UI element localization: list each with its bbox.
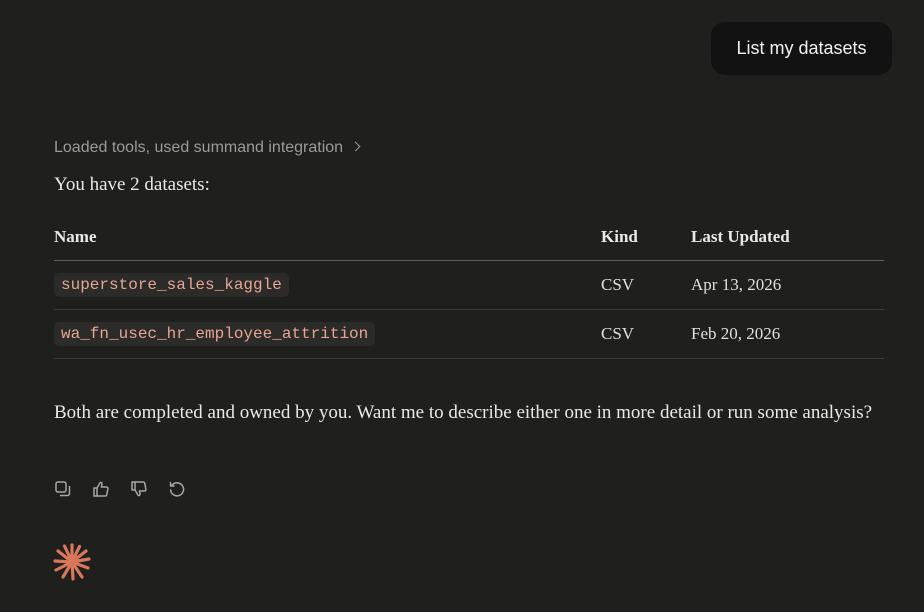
dataset-name-cell: superstore_sales_kaggle <box>54 261 289 309</box>
dataset-name-cell: wa_fn_usec_hr_employee_attrition <box>54 310 376 358</box>
user-message-text: List my datasets <box>736 38 867 58</box>
dataset-kind-cell: CSV <box>601 324 635 343</box>
thumbs-down-icon <box>131 481 147 497</box>
header-kind: Kind <box>601 227 638 246</box>
thumbs-down-button[interactable] <box>128 478 150 500</box>
thumbs-up-button[interactable] <box>90 478 112 500</box>
user-message-bubble: List my datasets <box>711 22 892 75</box>
assistant-outro-text: Both are completed and owned by you. Wan… <box>54 402 873 423</box>
thumbs-up-icon <box>93 481 109 497</box>
assistant-intro-text: You have 2 datasets: <box>54 174 210 195</box>
chevron-right-icon <box>350 141 361 152</box>
claude-spark-icon <box>53 543 91 581</box>
dataset-updated-cell: Feb 20, 2026 <box>691 324 781 343</box>
table-row: superstore_sales_kaggle CSV Apr 13, 2026 <box>54 261 884 310</box>
table-header-row: Name Kind Last Updated <box>54 214 884 261</box>
retry-icon <box>169 481 185 497</box>
datasets-table: Name Kind Last Updated superstore_sales_… <box>54 214 884 359</box>
dataset-name-code: wa_fn_usec_hr_employee_attrition <box>54 322 376 346</box>
header-name: Name <box>54 227 97 246</box>
header-last-updated: Last Updated <box>691 227 790 246</box>
copy-icon <box>55 481 71 497</box>
tool-usage-disclosure[interactable]: Loaded tools, used summand integration <box>54 137 361 159</box>
dataset-kind-cell: CSV <box>601 275 635 294</box>
copy-button[interactable] <box>52 478 74 500</box>
table-row: wa_fn_usec_hr_employee_attrition CSV Feb… <box>54 310 884 359</box>
dataset-updated-cell: Apr 13, 2026 <box>691 275 782 294</box>
message-actions <box>52 478 188 500</box>
tool-usage-text: Loaded tools, used summand integration <box>54 139 344 156</box>
retry-button[interactable] <box>166 478 188 500</box>
chat-page: List my datasets Loaded tools, used summ… <box>0 0 924 612</box>
dataset-name-code: superstore_sales_kaggle <box>54 273 289 297</box>
